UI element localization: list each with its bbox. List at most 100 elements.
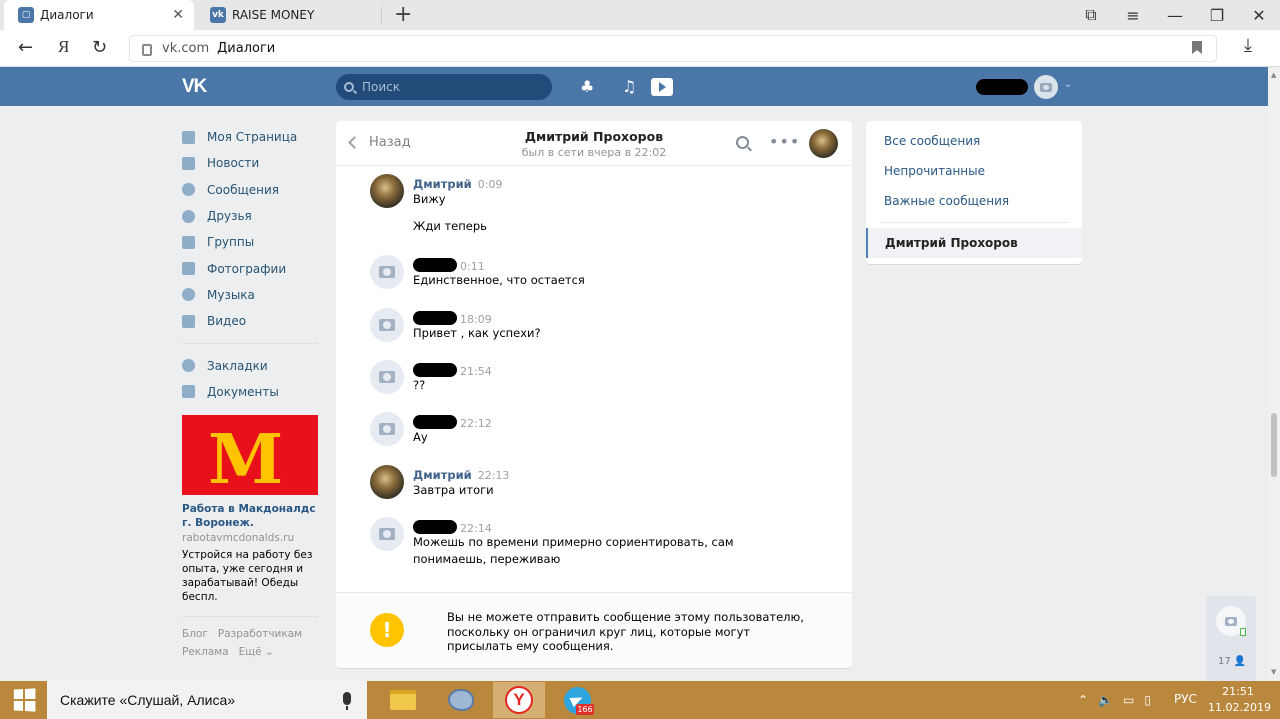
avatar[interactable] <box>370 308 404 342</box>
camera-icon <box>379 266 395 278</box>
avatar[interactable] <box>370 412 404 446</box>
message-time: 21:54 <box>460 365 492 378</box>
scroll-down-icon[interactable]: ▼ <box>1271 668 1276 676</box>
sidebar-item-news[interactable]: Новости <box>182 150 318 176</box>
footer-link-developers[interactable]: Разработчикам <box>218 628 302 640</box>
news-icon <box>182 156 195 170</box>
bookmark-icon[interactable] <box>1192 41 1202 54</box>
sidebar-item-photos[interactable]: Фотографии <box>182 255 318 281</box>
new-tab-button[interactable]: + <box>394 2 412 27</box>
sidebar-footer: Блог Разработчикам Реклама Ещё ⌄ <box>182 615 318 661</box>
menu-icon[interactable]: ≡ <box>1112 0 1154 30</box>
close-window-icon[interactable]: ✕ <box>1238 0 1280 30</box>
search-icon[interactable] <box>736 136 749 149</box>
avatar[interactable] <box>370 360 404 394</box>
yandex-browser-icon: Y <box>505 686 533 714</box>
palette-icon <box>448 689 474 711</box>
alice-search-box[interactable]: Скажите «Слушай, Алиса» <box>47 681 367 719</box>
person-icon: 👤 <box>1233 656 1247 667</box>
vk-logo[interactable]: VK <box>182 76 207 98</box>
blocked-notice-text: Вы не можете отправить сообщение этому п… <box>447 610 804 653</box>
network-icon[interactable]: ▭ <box>1123 693 1134 707</box>
ad-title[interactable]: Работа в Макдоналдс г. Воронеж. <box>182 502 318 530</box>
music-note-icon[interactable]: ♫ <box>622 77 636 96</box>
back-arrow-icon[interactable]: ← <box>18 37 33 58</box>
message-author[interactable]: Дмитрий <box>413 468 472 482</box>
avatar[interactable] <box>370 255 404 289</box>
message-author[interactable]: Дмитрий <box>413 177 472 191</box>
restore-icon[interactable]: ❐ <box>1196 0 1238 30</box>
download-icon[interactable]: ⤓ <box>1244 35 1252 56</box>
chevron-down-icon[interactable]: ⌄ <box>1064 79 1072 90</box>
blocked-notice: ! Вы не можете отправить сообщение этому… <box>336 592 852 668</box>
footer-link-ads[interactable]: Реклама <box>182 646 229 658</box>
footer-link-more[interactable]: Ещё ⌄ <box>239 646 274 658</box>
avatar[interactable] <box>370 174 404 208</box>
sidebar-item-documents[interactable]: Документы <box>182 379 318 405</box>
start-button[interactable] <box>0 681 47 719</box>
groups-icon <box>182 235 195 249</box>
scroll-up-icon[interactable]: ▲ <box>1271 71 1276 79</box>
sidebar-item-video[interactable]: Видео <box>182 308 318 334</box>
filter-all-messages[interactable]: Все сообщения <box>884 134 980 148</box>
sidebar-item-music[interactable]: Музыка <box>182 282 318 308</box>
sidebar-item-friends[interactable]: Друзья <box>182 203 318 229</box>
tab-dialogs[interactable]: ▢ Диалоги ✕ <box>4 0 194 30</box>
search-input[interactable]: Поиск <box>336 74 552 100</box>
reload-icon[interactable]: ↻ <box>92 37 107 58</box>
camera-icon <box>379 423 395 435</box>
video-play-icon[interactable] <box>651 78 673 96</box>
redacted-username[interactable] <box>976 79 1028 95</box>
yandex-home-icon[interactable]: Я <box>58 37 69 57</box>
volume-icon[interactable]: 🔈 <box>1098 693 1113 707</box>
telegram-badge: 166 <box>576 704 594 715</box>
clock[interactable]: 21:51 11.02.2019 <box>1208 684 1271 716</box>
vk-header: VK Поиск ♣ ♫ ⌄ <box>0 67 1268 106</box>
url-domain: vk.com <box>162 41 210 56</box>
filter-unread[interactable]: Непрочитанные <box>884 164 985 178</box>
scrollbar-thumb[interactable] <box>1271 413 1277 477</box>
address-bar-row: ← Я ↻ vk.com Диалоги ⤓ <box>0 30 1280 67</box>
system-tray: ⌃ 🔈 ▭ ▯ <box>1078 681 1161 719</box>
active-dialog-item[interactable]: Дмитрий Прохоров <box>866 228 1082 258</box>
ad-url[interactable]: rabotavmcdonalds.ru <box>182 531 318 546</box>
photo-icon <box>182 262 195 276</box>
avatar[interactable] <box>1034 75 1058 99</box>
sidebar-item-label: Музыка <box>207 287 255 302</box>
redacted-author <box>413 258 457 272</box>
tab-label: Диалоги <box>40 8 94 22</box>
page-scrollbar[interactable]: ▲ ▼ <box>1268 67 1280 681</box>
taskbar-yandex-browser[interactable]: Y <box>493 682 545 718</box>
sidebar-item-messages[interactable]: Сообщения <box>182 177 318 203</box>
filter-important[interactable]: Важные сообщения <box>884 194 1009 208</box>
footer-link-blog[interactable]: Блог <box>182 628 208 640</box>
ad-image[interactable]: M <box>182 414 318 495</box>
close-tab-icon[interactable]: ✕ <box>172 7 184 23</box>
avatar[interactable] <box>370 465 404 499</box>
taskbar-explorer[interactable] <box>377 682 429 718</box>
more-icon[interactable]: ••• <box>769 132 800 151</box>
language-indicator[interactable]: РУС <box>1174 692 1197 706</box>
avatar[interactable] <box>809 129 838 158</box>
avatar[interactable] <box>370 517 404 551</box>
redacted-author <box>413 520 457 534</box>
floating-chat-widget[interactable]: 17 👤 <box>1206 596 1256 681</box>
tab-raise-money[interactable]: vk RAISE MONEY <box>196 7 382 23</box>
minimize-icon[interactable]: — <box>1154 0 1196 30</box>
microphone-icon[interactable] <box>343 692 351 710</box>
sidebar-item-my-page[interactable]: Моя Страница <box>182 124 318 150</box>
tray-expand-icon[interactable]: ⌃ <box>1078 693 1088 707</box>
taskbar-paint[interactable] <box>435 682 487 718</box>
alice-search-text: Скажите «Слушай, Алиса» <box>60 692 236 708</box>
taskbar: Скажите «Слушай, Алиса» Y 166 ⌃ 🔈 ▭ ▯ РУ… <box>0 681 1280 719</box>
battery-icon[interactable]: ▯ <box>1144 693 1151 707</box>
video-icon <box>182 314 195 328</box>
sidebar-item-groups[interactable]: Группы <box>182 229 318 255</box>
sidebar-divider <box>182 343 318 345</box>
sidebar-item-bookmarks[interactable]: Закладки <box>182 352 318 378</box>
bookmarks-panel-icon[interactable]: ⧉ <box>1070 0 1112 30</box>
message-time: 22:12 <box>460 417 492 430</box>
redacted-author <box>413 311 457 325</box>
bell-icon[interactable]: ♣ <box>580 77 594 96</box>
url-input[interactable]: vk.com Диалоги <box>129 35 1217 62</box>
